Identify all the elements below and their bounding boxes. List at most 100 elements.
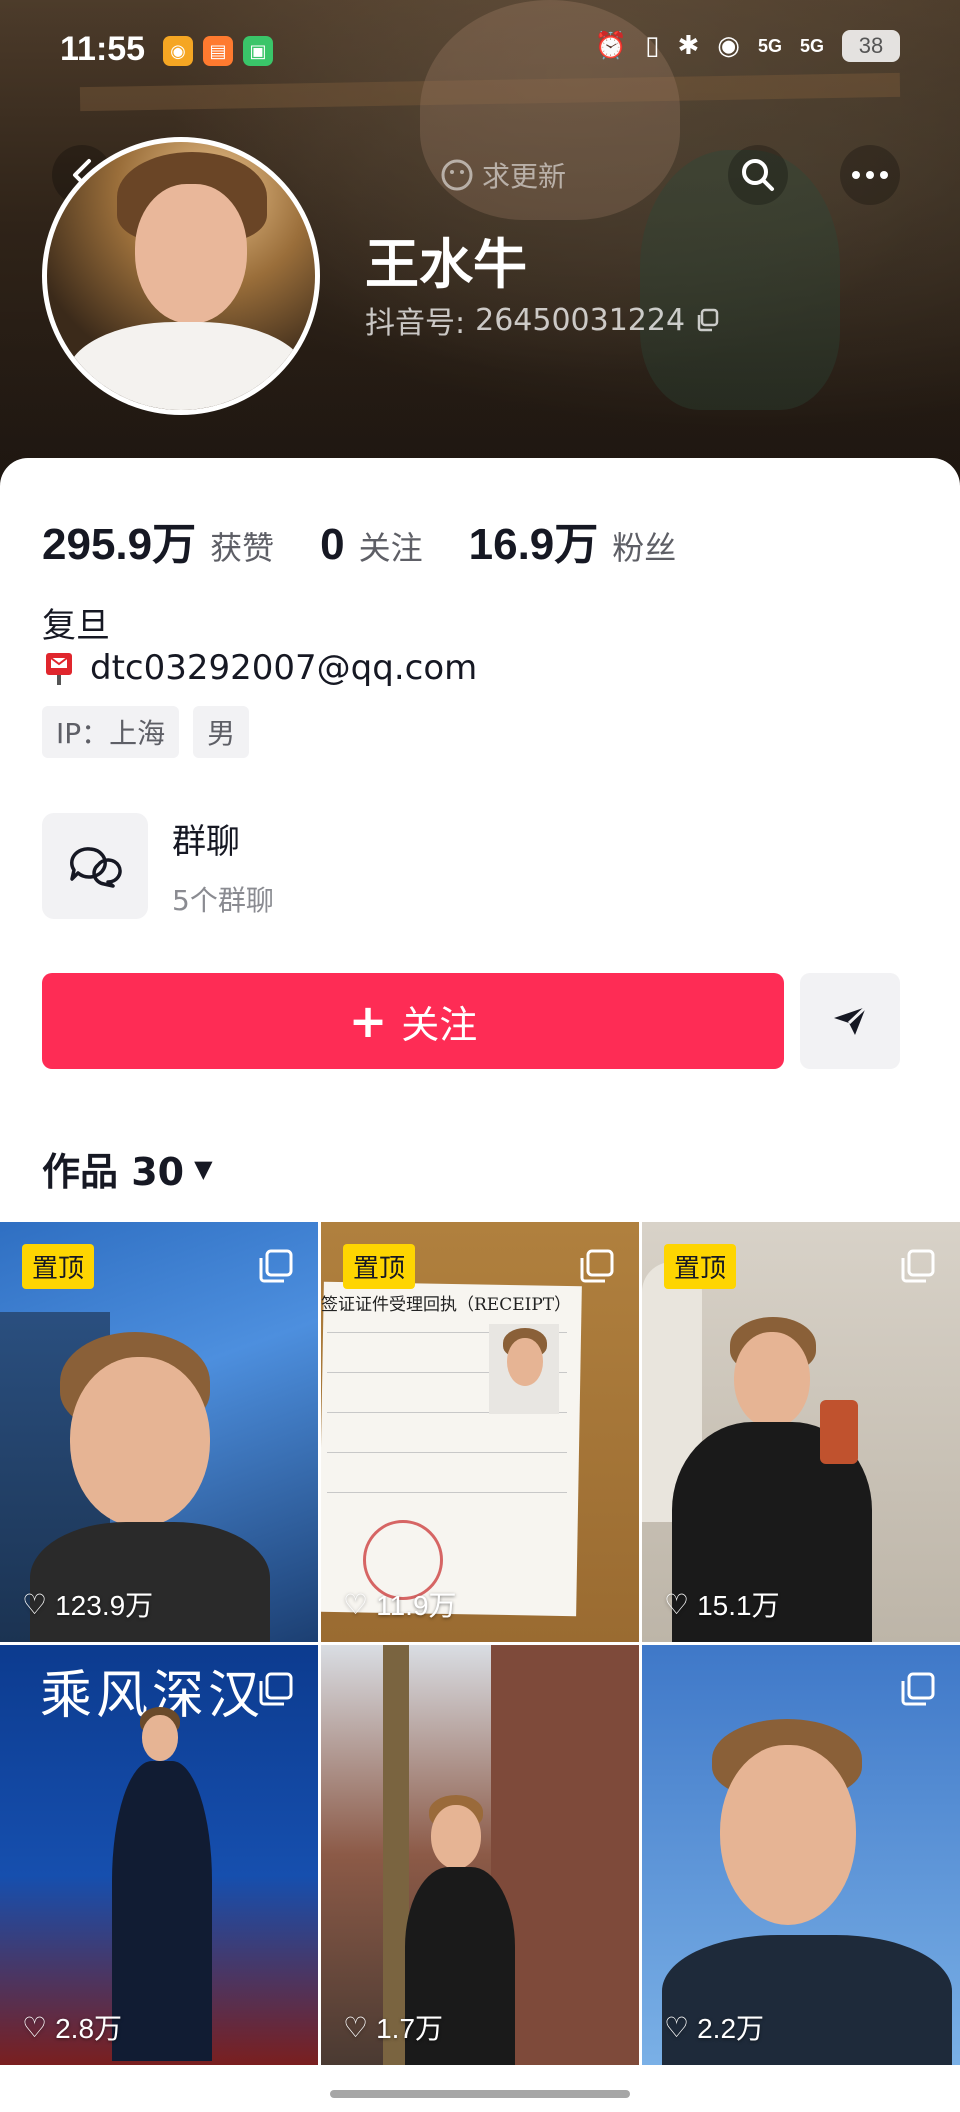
bio-tags: IP：上海 男 xyxy=(42,706,250,758)
location-icon: ◉ xyxy=(717,31,740,61)
heart-icon: ♡ xyxy=(22,2011,48,2043)
video-tile[interactable]: 签证证件受理回执（RECEIPT） 置顶 ♡ 11.9万 xyxy=(321,1222,639,1642)
group-chat-icon-box xyxy=(42,813,148,919)
copy-icon[interactable] xyxy=(695,307,721,333)
like-count-text: 1.7万 xyxy=(376,2013,444,2044)
like-count-text: 2.8万 xyxy=(55,2013,123,2044)
video-tile[interactable]: ♡ 1.7万 xyxy=(321,1645,639,2065)
bio-school: 复旦 xyxy=(42,606,110,646)
like-count: ♡ 11.9万 xyxy=(343,1584,457,1624)
pinned-badge: 置顶 xyxy=(343,1244,416,1289)
like-count-text: 123.9万 xyxy=(55,1590,154,1621)
stat-value: 295.9万 xyxy=(42,520,197,569)
multi-image-icon xyxy=(580,1249,614,1283)
gender-tag: 男 xyxy=(193,706,250,758)
video-tile[interactable]: 乘风深汉 ♡ 2.8万 xyxy=(0,1645,318,2065)
multi-image-icon xyxy=(901,1249,935,1283)
stat-label: 关注 xyxy=(358,529,423,567)
avatar-face xyxy=(135,184,247,324)
home-indicator[interactable] xyxy=(330,2090,630,2098)
like-count: ♡ 1.7万 xyxy=(343,2007,443,2047)
search-button[interactable] xyxy=(728,145,788,205)
thumbnail-body xyxy=(30,1522,270,1642)
group-chat-icon xyxy=(70,847,122,888)
signal-icon: 5G xyxy=(757,35,782,56)
stat-value: 0 xyxy=(320,520,345,569)
stats-row: 295.9万 获赞 0 关注 16.9万 粉丝 xyxy=(42,508,722,572)
receipt-line xyxy=(327,1452,567,1453)
thumbnail-face xyxy=(507,1338,543,1386)
send-icon xyxy=(834,1005,868,1035)
signal-icon: 5G xyxy=(799,35,824,56)
message-button[interactable] xyxy=(800,973,900,1069)
search-icon xyxy=(742,159,774,191)
heart-icon: ♡ xyxy=(22,1588,48,1620)
thumbnail-face xyxy=(142,1715,178,1761)
douyin-id-label: 抖音号: xyxy=(365,306,466,341)
news-app-icon: ▤ xyxy=(203,36,233,66)
heart-icon: ♡ xyxy=(664,2011,690,2043)
heart-icon: ♡ xyxy=(664,1588,690,1620)
notification-icons: ◉ ▤ ▣ xyxy=(163,36,273,66)
thumbnail-face xyxy=(734,1332,810,1428)
stat-followers[interactable]: 16.9万 粉丝 xyxy=(469,508,677,572)
bluetooth-icon: ✱ xyxy=(677,31,700,61)
alarm-icon: ⏰ xyxy=(594,31,628,61)
like-count: ♡ 15.1万 xyxy=(664,1584,780,1624)
weibo-icon: ◉ xyxy=(163,36,193,66)
thumbnail-face xyxy=(431,1805,481,1869)
receipt-title: 签证证件受理回执（RECEIPT） xyxy=(321,1295,572,1315)
smile-icon xyxy=(441,159,473,191)
ip-location-tag: IP：上海 xyxy=(42,706,180,758)
video-tile[interactable]: 置顶 ♡ 15.1万 xyxy=(642,1222,960,1642)
video-tile[interactable]: ♡ 2.2万 xyxy=(642,1645,960,2065)
stat-following[interactable]: 0 关注 xyxy=(320,520,423,570)
follow-label: 关注 xyxy=(401,1002,478,1047)
message-app-icon: ▣ xyxy=(243,36,273,66)
more-button[interactable] xyxy=(840,145,900,205)
stat-likes: 295.9万 获赞 xyxy=(42,508,274,572)
status-time: 11:55 xyxy=(60,30,146,68)
status-bar: 11:55 ◉ ▤ ▣ ⏰ ▯ ✱ ◉ 5G 5G 38 xyxy=(0,0,960,105)
video-grid: 置顶 ♡ 123.9万 签证证件受理回执（RECEIPT） 置顶 ♡ 11.9万… xyxy=(0,1222,960,2065)
pinned-badge: 置顶 xyxy=(22,1244,95,1289)
tab-works[interactable]: 作品 30 ▼ xyxy=(42,1141,213,1196)
heart-icon: ♡ xyxy=(343,2011,369,2043)
update-request[interactable]: 求更新 xyxy=(440,155,566,195)
douyin-id[interactable]: 抖音号: 26450031224 xyxy=(365,298,721,342)
profile-name: 王水牛 xyxy=(365,233,527,296)
pinned-badge: 置顶 xyxy=(664,1244,737,1289)
follow-button[interactable]: + 关注 xyxy=(42,973,784,1069)
douyin-id-value: 26450031224 xyxy=(475,302,686,338)
thumbnail-body xyxy=(112,1761,212,2061)
vibrate-icon: ▯ xyxy=(645,31,660,61)
stat-label: 粉丝 xyxy=(612,529,677,567)
like-count: ♡ 2.2万 xyxy=(664,2007,764,2047)
caret-down-icon: ▼ xyxy=(194,1154,213,1183)
mailbox-icon xyxy=(46,653,72,685)
multi-image-icon xyxy=(259,1249,293,1283)
like-count-text: 2.2万 xyxy=(697,2013,765,2044)
group-chat-count: 5个群聊 xyxy=(172,883,274,917)
like-count-text: 11.9万 xyxy=(376,1590,457,1621)
receipt-line xyxy=(327,1492,567,1493)
heart-icon: ♡ xyxy=(343,1588,369,1620)
like-count: ♡ 2.8万 xyxy=(22,2007,122,2047)
update-hint-label: 求更新 xyxy=(482,160,567,193)
group-chat-title: 群聊 xyxy=(172,821,240,862)
like-count: ♡ 123.9万 xyxy=(22,1584,153,1624)
thumbnail-face xyxy=(70,1357,210,1527)
video-tile[interactable]: 置顶 ♡ 123.9万 xyxy=(0,1222,318,1642)
plus-icon: + xyxy=(348,994,388,1048)
bio-email: dtc03292007@qq.com xyxy=(42,648,477,688)
avatar[interactable] xyxy=(42,137,320,415)
like-count-text: 15.1万 xyxy=(697,1590,780,1621)
more-icon xyxy=(852,171,888,179)
multi-image-icon xyxy=(901,1672,935,1706)
group-chat-entry[interactable]: 群聊 5个群聊 xyxy=(42,813,274,919)
receipt-photo xyxy=(489,1324,559,1414)
works-tab-label: 作品 30 xyxy=(42,1150,185,1194)
thumbnail-face xyxy=(720,1745,856,1925)
battery-icon: 38 xyxy=(842,30,900,62)
system-icons: ⏰ ▯ ✱ ◉ 5G 5G 38 xyxy=(595,30,900,62)
